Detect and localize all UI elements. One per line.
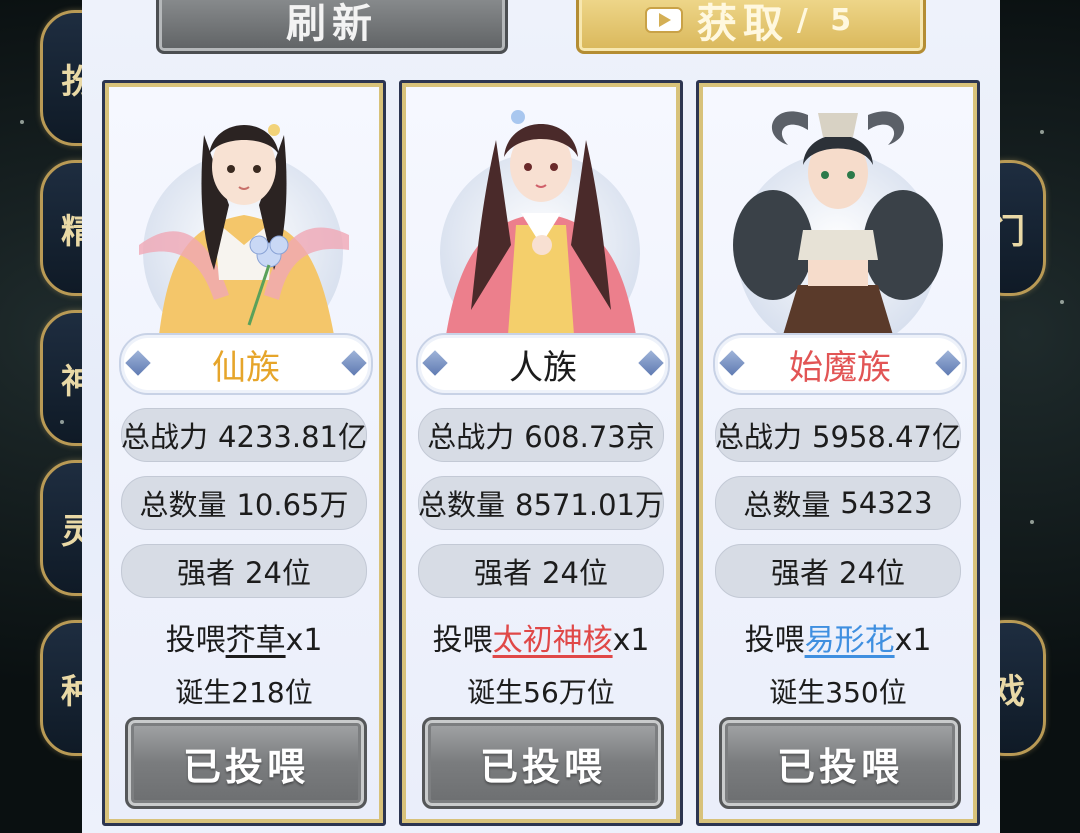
feed-requirement: 投喂易形花x1	[744, 623, 932, 658]
race-name: 始魔族	[789, 347, 891, 388]
fed-button[interactable]: 已投喂	[125, 717, 367, 809]
fed-button[interactable]: 已投喂	[422, 717, 664, 809]
born-count: 诞生56万位	[467, 676, 615, 709]
race-name-plate: 仙族	[119, 333, 373, 395]
fed-button[interactable]: 已投喂	[719, 717, 961, 809]
diamond-ornament-icon	[638, 350, 664, 376]
star-sparkle	[60, 420, 64, 424]
diamond-ornament-icon	[341, 350, 367, 376]
total-count-stat: 总数量 10.65万	[121, 476, 367, 530]
race-name: 仙族	[212, 347, 280, 388]
race-card-xian: 仙族 总战力 4233.81亿 总数量 10.65万 强者 24位 投喂芥草x1 诞生…	[102, 80, 386, 826]
race-name-plate: 人族	[416, 333, 670, 395]
feed-item-link[interactable]: 太初神核	[493, 623, 613, 658]
feed-item-link[interactable]: 易形花	[805, 623, 895, 658]
race-card-demon: 始魔族 总战力 5958.47亿 总数量 54323 强者 24位 投喂易形花x1 诞…	[696, 80, 980, 826]
demon-girl-portrait	[733, 111, 943, 335]
feed-requirement: 投喂芥草x1	[165, 623, 323, 658]
star-sparkle	[20, 120, 24, 124]
refresh-button[interactable]: 刷新	[156, 0, 508, 54]
race-name: 人族	[509, 347, 577, 388]
feed-requirement: 投喂太初神核x1	[432, 623, 650, 658]
star-sparkle	[1060, 300, 1064, 304]
total-count-stat: 总数量 54323	[715, 476, 961, 530]
diamond-ornament-icon	[422, 350, 448, 376]
total-power-stat: 总战力 608.73京	[418, 408, 664, 462]
star-sparkle	[1030, 520, 1034, 524]
race-card-human: 人族 总战力 608.73京 总数量 8571.01万 强者 24位 投喂太初神核x1…	[399, 80, 683, 826]
diamond-ornament-icon	[719, 350, 745, 376]
human-lady-portrait	[446, 110, 636, 335]
diamond-ornament-icon	[125, 350, 151, 376]
strong-count-stat: 强者 24位	[121, 544, 367, 598]
race-feed-panel: 刷新 获取 / 5 仙族 总战力 4233.81亿 总数量 10.65万 强者 …	[82, 0, 1000, 833]
video-play-icon	[644, 7, 683, 33]
obtain-button[interactable]: 获取 / 5	[576, 0, 926, 54]
born-count: 诞生350位	[769, 676, 907, 709]
immortal-lady-portrait	[139, 124, 349, 335]
feed-item-link[interactable]: 芥草	[226, 623, 286, 658]
born-count: 诞生218位	[175, 676, 313, 709]
race-name-plate: 始魔族	[713, 333, 967, 395]
strong-count-stat: 强者 24位	[715, 544, 961, 598]
star-sparkle	[1040, 130, 1044, 134]
diamond-ornament-icon	[935, 350, 961, 376]
total-power-stat: 总战力 4233.81亿	[121, 408, 367, 462]
total-count-stat: 总数量 8571.01万	[418, 476, 664, 530]
strong-count-stat: 强者 24位	[418, 544, 664, 598]
total-power-stat: 总战力 5958.47亿	[715, 408, 961, 462]
